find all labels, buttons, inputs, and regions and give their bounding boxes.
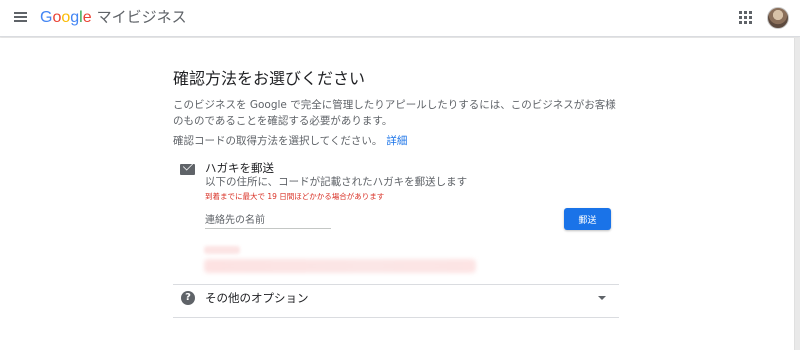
page-title: 確認方法をお選びください [173,69,366,88]
account-avatar[interactable] [767,7,789,29]
contact-name-field[interactable] [205,212,331,229]
redacted-address-label [204,246,240,254]
postcard-option-title: ハガキを郵送 [205,161,274,175]
logo-letter-6: e [82,9,92,26]
delivery-time-warning: 到着までに最大で 19 日間ほどかかる場合があります [205,192,385,201]
top-app-bar: Google マイビジネス [0,0,800,37]
postcard-option-subtitle: 以下の住所に、コードが記載されたハガキを郵送します [205,176,468,188]
verification-card: 確認方法をお選びください このビジネスを Google で完全に管理したりアピー… [0,38,795,350]
page-description: このビジネスを Google で完全に管理したりアピールしたりするには、このビジ… [173,99,616,127]
apps-grid-icon[interactable] [739,11,753,25]
divider-bottom [173,317,619,318]
send-postcard-button[interactable]: 郵送 [564,208,611,230]
mail-icon [180,164,195,175]
logo-letter-1: G [40,9,53,26]
menu-icon[interactable] [12,10,30,26]
details-link[interactable]: 詳細 [386,135,407,147]
method-prompt: 確認コードの取得方法を選択してください。 詳細 [173,134,619,148]
logo-letter-3: o [61,9,71,26]
scrollbar[interactable] [795,38,800,350]
method-prompt-text: 確認コードの取得方法を選択してください。 [173,135,383,147]
redacted-address [204,259,476,273]
google-my-business-logo[interactable]: Google マイビジネス [40,7,187,29]
chevron-down-icon[interactable] [598,296,606,300]
logo-letter-4: g [70,9,80,26]
other-options-label: その他のオプション [205,291,309,305]
help-icon: ? [181,291,195,305]
product-name: マイビジネス [96,9,187,26]
